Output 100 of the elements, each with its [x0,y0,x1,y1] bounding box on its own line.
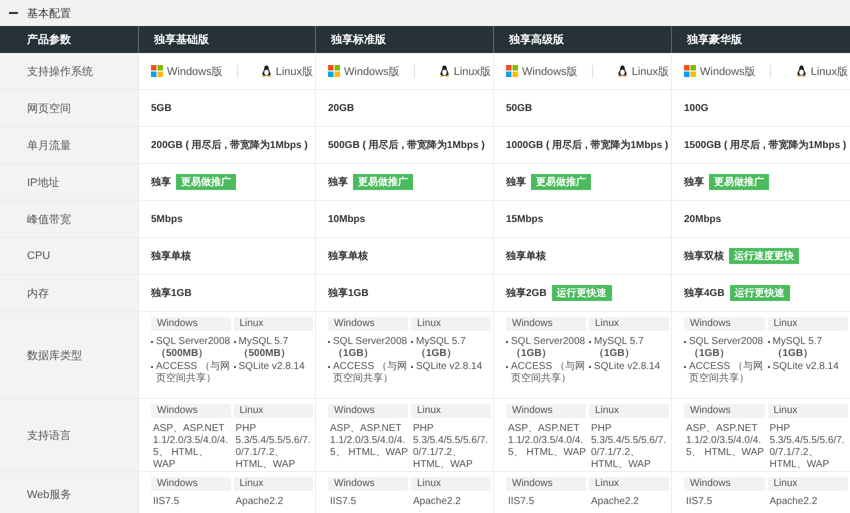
platform-header: Linux [234,477,313,491]
platform-header: Linux [589,404,669,418]
cell-value: 独享1GB [151,286,192,300]
platform-header: Windows [506,404,586,418]
cell-value: 独享 [328,175,348,189]
platform-header: Windows [684,317,764,331]
cell-value: 1000GB ( 用尽后 , 带宽降为1Mbps ) [506,138,668,152]
platform-header: Linux [589,317,669,331]
platform-header: Linux [411,477,491,491]
cell-value: 5GB [151,102,172,114]
platform-header: Windows [684,477,764,491]
support-text: ASP、ASP.NET 1.1/2.0/3.5/4.0/4.5、 HTML、WAP [685,423,764,459]
column-header: 独享豪华版 [671,26,850,53]
penguin-icon [260,65,272,77]
cell-value: 100G [684,102,708,114]
os-option: Linux版 [260,64,313,78]
support-text: PHP 5.3/5.4/5.5/5.6/7.0/7.1/7.2、HTML、WAP [768,423,846,471]
support-text: ASP、ASP.NET 1.1/2.0/3.5/4.0/4.5、 HTML、WAP [329,423,408,459]
column-header: 独享标准版 [315,26,493,53]
row-label: 数据库类型 [0,312,138,398]
cell-value: 独享 [684,175,704,189]
support-text: IIS7.5 [507,496,536,508]
support-text: PHP 5.3/5.4/5.5/5.6/7.0/7.1/7.2、HTML、WAP [412,423,490,471]
database-item: SQL Server2008 （1GB） [689,336,764,360]
support-text: Apache2.2 [768,496,818,508]
row-label: 内存 [0,275,138,311]
column-header: 独享高级版 [493,26,671,53]
platform-header: Windows [506,317,586,331]
support-text: PHP 5.3/5.4/5.5/5.6/7.0/7.1/7.2、HTML、WAP [590,423,668,471]
database-item: SQL Server2008 （1GB） [511,336,586,360]
cell-value: 独享2GB [506,286,547,300]
support-text: Apache2.2 [234,496,284,508]
database-item: MySQL 5.7 （1GB） [416,336,467,360]
windows-logo-icon [328,65,340,77]
support-text: Apache2.2 [590,496,640,508]
cell-value: 200GB ( 用尽后 , 带宽降为1Mbps ) [151,138,308,152]
cell-value: 10Mbps [328,214,366,224]
cell-value: 独享4GB [684,286,725,300]
cell-value: 独享单核 [328,249,368,263]
database-item: ACCESS （与网页空间共享） [156,361,230,385]
row-label: 单月流量 [0,127,138,163]
support-text: IIS7.5 [152,496,180,508]
database-item: MySQL 5.7 （500MB） [238,336,292,360]
platform-header: Linux [234,317,313,331]
database-item: ACCESS （与网页空间共享） [511,361,586,385]
platform-header: Windows [328,317,408,331]
feature-badge: 更易做推广 [353,174,413,190]
feature-badge: 运行速度更快 [729,248,799,264]
cell-value: 独享双核 [684,249,724,263]
penguin-icon [438,65,450,77]
database-item: SQLite v2.8.14 [772,361,839,373]
windows-logo-icon [684,65,696,77]
database-item: MySQL 5.7 （1GB） [772,336,824,360]
database-item: ACCESS （与网页空间共享） [689,361,764,385]
support-text: IIS7.5 [329,496,358,508]
support-text: ASP、ASP.NET 1.1/2.0/3.5/4.0/4.5、 HTML、WAP [507,423,586,459]
database-item: SQLite v2.8.14 [238,361,305,373]
cell-value: 20GB [328,102,354,114]
platform-header: Windows [328,477,408,491]
cell-value: 50GB [506,102,532,114]
os-option: Windows版 [151,64,223,78]
feature-badge: 更易做推广 [531,174,591,190]
database-item: SQLite v2.8.14 [416,361,482,373]
platform-header: Windows [328,404,408,418]
database-item: ACCESS （与网页空间共享） [333,361,408,385]
section-header[interactable]: 基本配置 [0,0,850,26]
windows-logo-icon [506,65,518,77]
os-option: Linux版 [616,64,669,78]
platform-header: Linux [411,404,491,418]
feature-badge: 运行更快速 [730,285,790,301]
platform-header: Windows [506,477,586,491]
row-label: 支持操作系统 [0,53,138,89]
database-item: MySQL 5.7 （1GB） [594,336,645,360]
row-label: 网页空间 [0,90,138,126]
column-header: 产品参数 [26,32,72,48]
cell-value: 独享 [151,175,171,189]
row-label: 峰值带宽 [0,201,138,237]
row-label: IP地址 [0,164,138,200]
platform-header: Linux [768,404,848,418]
support-text: ASP、ASP.NET 1.1/2.0/3.5/4.0/4.5、 HTML、WAP [152,423,230,471]
row-label: 支持语言 [0,399,138,471]
os-option: Windows版 [684,64,756,78]
os-option: Windows版 [506,64,578,78]
feature-badge: 运行更快速 [552,285,612,301]
database-item: SQL Server2008 （500MB） [156,336,230,360]
cell-value: 1500GB ( 用尽后 , 带宽降为1Mbps ) [684,138,846,152]
platform-header: Windows [684,404,764,418]
cell-value: 独享 [506,175,526,189]
windows-logo-icon [151,65,163,77]
os-option: Linux版 [796,64,848,78]
platform-header: Linux [411,317,491,331]
platform-header: Linux [768,317,848,331]
platform-header: Linux [768,477,848,491]
cell-value: 独享1GB [328,286,369,300]
column-header: 独享基础版 [138,26,315,53]
row-label: CPU [0,238,138,274]
platform-header: Windows [151,404,230,418]
support-text: Apache2.2 [412,496,462,508]
row-label: Web服务 [0,472,138,513]
support-text: PHP 5.3/5.4/5.5/5.6/7.0/7.1/7.2、HTML、WAP [234,423,312,471]
